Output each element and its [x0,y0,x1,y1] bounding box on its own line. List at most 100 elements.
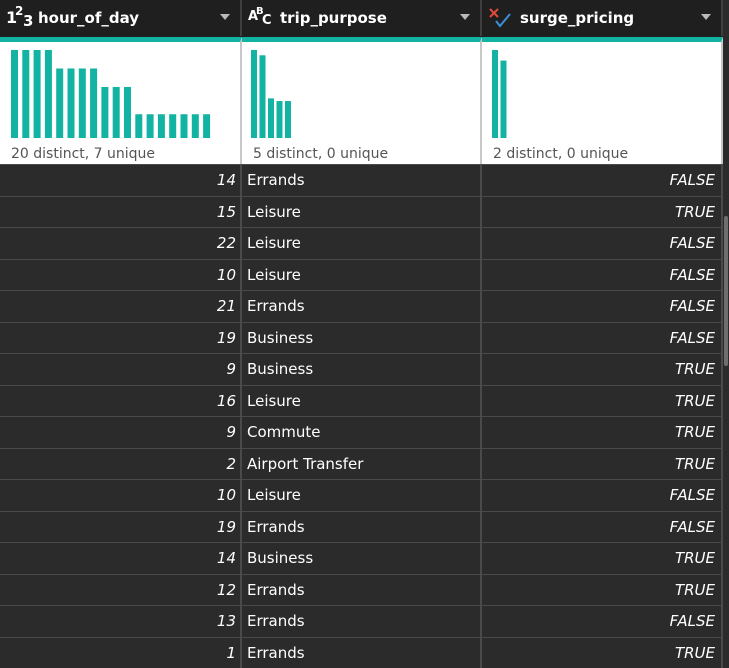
table-row[interactable]: 19BusinessFALSE [0,322,723,354]
cell-hour-of-day[interactable]: 16 [0,386,242,417]
cell-hour-of-day[interactable]: 14 [0,165,242,196]
distribution-bar[interactable] [90,68,97,138]
cell-trip-purpose[interactable]: Leisure [242,228,482,259]
table-row[interactable]: 14ErrandsFALSE [0,164,723,196]
distribution-bar[interactable] [277,101,283,138]
scrollbar-thumb[interactable] [724,216,728,366]
cell-surge-pricing[interactable]: TRUE [482,354,723,385]
table-row[interactable]: 13ErrandsFALSE [0,605,723,637]
cell-surge-pricing[interactable]: TRUE [482,197,723,228]
cell-surge-pricing[interactable]: FALSE [482,260,723,291]
table-row[interactable]: 16LeisureTRUE [0,385,723,417]
cell-trip-purpose[interactable]: Commute [242,417,482,448]
cell-hour-of-day[interactable]: 21 [0,291,242,322]
cell-trip-purpose[interactable]: Errands [242,606,482,637]
cell-trip-purpose[interactable]: Leisure [242,260,482,291]
text-type-icon[interactable]: A B C [248,7,278,29]
cell-trip-purpose[interactable]: Leisure [242,386,482,417]
distribution-bar[interactable] [285,101,291,138]
cell-hour-of-day[interactable]: 19 [0,323,242,354]
cell-surge-pricing[interactable]: FALSE [482,606,723,637]
cell-surge-pricing[interactable]: TRUE [482,543,723,574]
distribution-bar[interactable] [101,87,108,138]
distribution-bar[interactable] [501,61,507,138]
cell-hour-of-day[interactable]: 13 [0,606,242,637]
cell-surge-pricing[interactable]: FALSE [482,323,723,354]
distribution-bar[interactable] [68,68,75,138]
cell-trip-purpose[interactable]: Leisure [242,480,482,511]
distribution-bar[interactable] [34,50,41,138]
whole-number-icon[interactable]: 1 2 3 [6,7,36,29]
cell-hour-of-day[interactable]: 2 [0,449,242,480]
cell-trip-purpose[interactable]: Airport Transfer [242,449,482,480]
cell-surge-pricing[interactable]: FALSE [482,512,723,543]
cell-hour-of-day[interactable]: 9 [0,417,242,448]
cell-surge-pricing[interactable]: TRUE [482,575,723,606]
cell-hour-of-day[interactable]: 1 [0,638,242,668]
distribution-bar[interactable] [192,114,199,138]
table-row[interactable]: 14BusinessTRUE [0,542,723,574]
cell-trip-purpose[interactable]: Errands [242,575,482,606]
table-row[interactable]: 15LeisureTRUE [0,196,723,228]
cell-surge-pricing[interactable]: TRUE [482,417,723,448]
chevron-down-icon[interactable] [701,14,711,20]
distribution-bar[interactable] [79,68,86,138]
vertical-scrollbar[interactable] [723,36,729,663]
cell-trip-purpose[interactable]: Errands [242,512,482,543]
table-row[interactable]: 10LeisureFALSE [0,479,723,511]
column-header-trip-purpose[interactable]: A B C trip_purpose [242,0,482,36]
cell-hour-of-day[interactable]: 12 [0,575,242,606]
cell-trip-purpose[interactable]: Errands [242,291,482,322]
distribution-bar[interactable] [203,114,210,138]
cell-trip-purpose[interactable]: Leisure [242,197,482,228]
distribution-bar[interactable] [124,87,131,138]
cell-trip-purpose[interactable]: Errands [242,165,482,196]
cell-surge-pricing[interactable]: TRUE [482,638,723,668]
column-header-hour-of-day[interactable]: 1 2 3 hour_of_day [0,0,242,36]
table-row[interactable]: 2Airport TransferTRUE [0,448,723,480]
distribution-bar[interactable] [135,114,142,138]
table-row[interactable]: 21ErrandsFALSE [0,290,723,322]
cell-hour-of-day[interactable]: 15 [0,197,242,228]
cell-surge-pricing[interactable]: FALSE [482,228,723,259]
distribution-bar[interactable] [268,98,274,138]
cell-hour-of-day[interactable]: 10 [0,260,242,291]
cell-surge-pricing[interactable]: FALSE [482,291,723,322]
distribution-bar[interactable] [11,50,18,138]
cell-hour-of-day[interactable]: 19 [0,512,242,543]
cell-hour-of-day[interactable]: 10 [0,480,242,511]
column-header-surge-pricing[interactable]: surge_pricing [482,0,723,36]
distribution-bar[interactable] [492,50,498,138]
cell-trip-purpose[interactable]: Errands [242,638,482,668]
distribution-bar[interactable] [251,50,257,138]
cell-surge-pricing[interactable]: FALSE [482,480,723,511]
cell-hour-of-day[interactable]: 14 [0,543,242,574]
distribution-bar[interactable] [169,114,176,138]
chevron-down-icon[interactable] [220,14,230,20]
table-row[interactable]: 12ErrandsTRUE [0,574,723,606]
table-row[interactable]: 22LeisureFALSE [0,227,723,259]
distribution-bar[interactable] [113,87,120,138]
cell-trip-purpose[interactable]: Business [242,323,482,354]
cell-surge-pricing[interactable]: TRUE [482,386,723,417]
distribution-bar[interactable] [22,50,29,138]
table-row[interactable]: 10LeisureFALSE [0,259,723,291]
distribution-bar[interactable] [260,55,266,138]
table-row[interactable]: 9BusinessTRUE [0,353,723,385]
chevron-down-icon[interactable] [460,14,470,20]
distribution-bar[interactable] [45,50,52,138]
table-row[interactable]: 19ErrandsFALSE [0,511,723,543]
table-row[interactable]: 1ErrandsTRUE [0,637,723,668]
cell-trip-purpose[interactable]: Business [242,354,482,385]
distribution-bar[interactable] [158,114,165,138]
cell-surge-pricing[interactable]: FALSE [482,165,723,196]
cell-surge-pricing[interactable]: TRUE [482,449,723,480]
distribution-bar[interactable] [181,114,188,138]
cell-trip-purpose[interactable]: Business [242,543,482,574]
cell-hour-of-day[interactable]: 22 [0,228,242,259]
cell-hour-of-day[interactable]: 9 [0,354,242,385]
boolean-type-icon[interactable] [488,7,518,29]
table-row[interactable]: 9CommuteTRUE [0,416,723,448]
distribution-bar[interactable] [147,114,154,138]
distribution-bar[interactable] [56,68,63,138]
